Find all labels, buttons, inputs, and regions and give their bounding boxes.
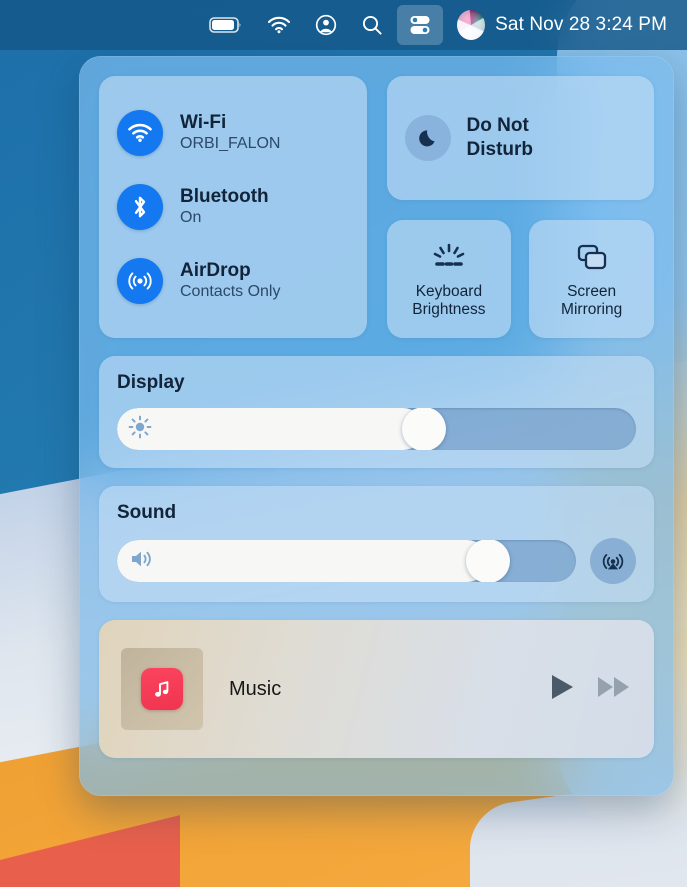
moon-icon [404,115,451,161]
bluetooth-row[interactable]: Bluetooth On [117,171,349,243]
wifi-title: Wi-Fi [180,112,227,134]
now-playing-card[interactable]: Music [99,620,654,758]
search-icon[interactable] [351,5,393,45]
user-account-icon[interactable] [305,5,347,45]
sound-volume-slider[interactable] [117,540,576,582]
display-brightness-slider[interactable] [117,408,636,450]
dnd-line-1: Do Not [466,115,529,137]
desktop: Sat Nov 28 3:24 PM Wi-Fi ORBI_FALON Blue… [0,0,687,887]
menu-bar: Sat Nov 28 3:24 PM [0,0,687,50]
sm-line-2: Mirroring [561,301,623,318]
control-center-right-column: Do Not Disturb Keyboard Brightness Scree… [386,76,654,338]
kb-line-2: Brightness [412,301,486,318]
do-not-disturb-card[interactable]: Do Not Disturb [386,76,654,200]
music-app-icon [141,668,183,710]
menubar-status-icons [209,5,495,45]
wifi-icon[interactable] [257,5,301,45]
brightness-sun-icon [128,415,152,444]
do-not-disturb-label: Do Not Disturb [467,114,534,162]
volume-icon [128,548,156,575]
airdrop-text: AirDrop Contacts Only [180,260,280,301]
tile-row: Keyboard Brightness Screen Mirroring [386,220,654,338]
sound-title: Sound [117,502,177,523]
screen-mirroring-label: Screen Mirroring [561,283,622,320]
display-card: Display [99,356,654,468]
bluetooth-text: Bluetooth On [180,186,269,227]
airdrop-icon[interactable] [117,258,163,304]
battery-icon[interactable] [199,5,253,45]
airdrop-subtitle: Contacts Only [180,283,281,301]
airdrop-title: AirDrop [180,260,251,282]
display-slider-knob[interactable] [402,408,446,450]
siri-orb [457,10,486,40]
screen-mirroring-tile[interactable]: Screen Mirroring [529,220,654,338]
play-button[interactable] [548,672,576,707]
playback-controls [548,672,632,707]
sound-slider-fill [117,540,488,582]
keyboard-brightness-tile[interactable]: Keyboard Brightness [386,220,512,338]
control-center-panel: Wi-Fi ORBI_FALON Bluetooth On AirDrop Co… [79,56,674,796]
now-playing-app-name: Music [229,677,282,700]
screen-mirroring-icon [575,239,609,275]
display-title: Display [117,372,185,393]
display-slider-row [117,408,636,450]
display-slider-fill [117,408,424,450]
wifi-text: Wi-Fi ORBI_FALON [180,112,280,153]
wifi-subtitle: ORBI_FALON [180,135,281,153]
menubar-clock[interactable]: Sat Nov 28 3:24 PM [495,14,673,36]
wifi-row[interactable]: Wi-Fi ORBI_FALON [117,97,349,169]
sound-slider-knob[interactable] [465,540,510,582]
control-center-top-row: Wi-Fi ORBI_FALON Bluetooth On AirDrop Co… [99,76,654,338]
wifi-icon[interactable] [117,110,163,156]
connectivity-card: Wi-Fi ORBI_FALON Bluetooth On AirDrop Co… [99,76,367,338]
dnd-line-2: Disturb [466,139,534,160]
keyboard-brightness-label: Keyboard Brightness [412,283,485,320]
album-art-placeholder [121,648,203,730]
kb-line-1: Keyboard [415,282,483,300]
sound-slider-row [117,538,636,584]
airdrop-row[interactable]: AirDrop Contacts Only [117,245,349,317]
bluetooth-subtitle: On [180,209,202,227]
forward-button[interactable] [596,672,632,707]
bluetooth-title: Bluetooth [180,186,269,208]
bluetooth-icon[interactable] [117,184,163,230]
airplay-audio-icon[interactable] [590,538,636,584]
sound-card: Sound [99,486,654,602]
control-center-icon[interactable] [397,5,444,45]
sm-line-1: Screen [567,282,617,300]
keyboard-brightness-icon [431,239,467,275]
siri-icon[interactable] [447,5,495,45]
